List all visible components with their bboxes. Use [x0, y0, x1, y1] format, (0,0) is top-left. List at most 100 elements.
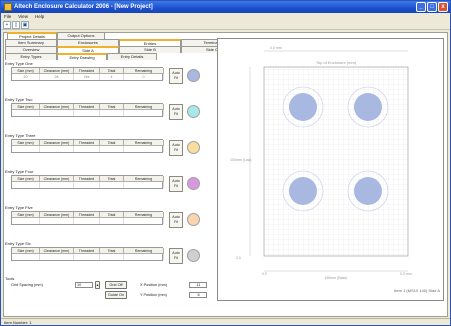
- menu-help[interactable]: Help: [35, 13, 44, 20]
- grid-cell[interactable]: [40, 182, 74, 188]
- grid-spacing-spinner[interactable]: ▴: [95, 281, 100, 289]
- auto-fit-button[interactable]: Auto Fit: [169, 68, 183, 84]
- tab-side-b[interactable]: Side B: [119, 46, 181, 53]
- maximize-button[interactable]: □: [427, 2, 437, 12]
- grid-cell[interactable]: [124, 182, 164, 188]
- entry-hole[interactable]: [289, 93, 317, 121]
- grid-cell[interactable]: [124, 146, 164, 152]
- grid-cell[interactable]: 0: [124, 74, 164, 80]
- tab-entry-types[interactable]: Entry Types: [5, 53, 57, 60]
- y-min-label: 0.0: [236, 256, 241, 260]
- entry-type-grid[interactable]: Size (mm) Clearance (mm) Threaded Total Rema…: [11, 103, 164, 117]
- grid-cell[interactable]: 4: [100, 74, 124, 80]
- grid-cell[interactable]: [74, 182, 100, 188]
- toolbar: + ▯ ▣: [1, 20, 450, 30]
- entry-type-group: Entry Type Six Size (mm) Clearance (mm) Thr…: [5, 241, 210, 272]
- grid-cell[interactable]: [100, 110, 124, 116]
- entry-color-swatch[interactable]: [187, 141, 200, 154]
- entry-type-title: Entry Type Six: [5, 241, 31, 246]
- entry-type-title: Entry Type Four: [5, 169, 34, 174]
- grid-cell[interactable]: [74, 110, 100, 116]
- drawing-canvas[interactable]: Top of Enclosure (mm) 0.0 mm 100mm (Low)…: [218, 39, 445, 302]
- grid-cell[interactable]: 20: [12, 74, 40, 80]
- tab-enclosures[interactable]: Enclosures: [57, 39, 119, 46]
- auto-fit-button[interactable]: Auto Fit: [169, 104, 183, 120]
- guide-on-button[interactable]: Guide On: [105, 291, 127, 299]
- tabs-level1: Project Details Output Options: [7, 32, 105, 39]
- x-position-label: X Position (mm): [140, 283, 168, 287]
- auto-fit-button[interactable]: Auto Fit: [169, 212, 183, 228]
- grid-cell[interactable]: [74, 254, 100, 260]
- entry-hole[interactable]: [354, 93, 382, 121]
- tab-overview[interactable]: Overview: [5, 46, 57, 53]
- grid-cell[interactable]: [12, 218, 40, 224]
- auto-fit-button[interactable]: Auto Fit: [169, 140, 183, 156]
- grid-cell[interactable]: [100, 146, 124, 152]
- grid-cell[interactable]: [12, 110, 40, 116]
- grid-cell[interactable]: [100, 218, 124, 224]
- entry-type-title: Entry Type One: [5, 61, 33, 66]
- entry-type-title: Entry Type Five: [5, 205, 33, 210]
- entry-type-grid[interactable]: Size (mm) Clearance (mm) Threaded Total Rema…: [11, 211, 164, 225]
- grid-spacing-input[interactable]: 10: [75, 282, 93, 288]
- grid-cell[interactable]: [100, 182, 124, 188]
- grid-cell[interactable]: [40, 110, 74, 116]
- tab-output-options[interactable]: Output Options: [57, 32, 105, 39]
- auto-fit-button[interactable]: Auto Fit: [169, 248, 183, 264]
- grid-cell[interactable]: [74, 146, 100, 152]
- grid-cell[interactable]: [12, 182, 40, 188]
- open-icon[interactable]: ▯: [12, 21, 20, 29]
- tab-entries[interactable]: Entries: [119, 39, 181, 46]
- entry-type-grid[interactable]: Size (mm) Clearance (mm) Threaded Total Rema…: [11, 139, 164, 153]
- grid-cell[interactable]: [40, 146, 74, 152]
- tab-side-a[interactable]: Side A: [57, 46, 119, 53]
- new-icon[interactable]: +: [3, 21, 11, 29]
- title-bar: Altech Enclosure Calculator 2006 - [New …: [1, 1, 450, 13]
- enclosure-side-outline: [263, 66, 409, 257]
- grid-cell[interactable]: Yes: [74, 74, 100, 80]
- tab-entry-details[interactable]: Entry Details: [107, 53, 157, 60]
- grid-cell[interactable]: [124, 254, 164, 260]
- app-window: Altech Enclosure Calculator 2006 - [New …: [0, 0, 451, 326]
- tabs-level4: Entry Types Entry Drawing Entry Details: [5, 53, 157, 60]
- entry-type-grid[interactable]: Size (mm) 20 Clearance (mm) 28 Threaded Yes To…: [11, 67, 164, 81]
- grid-cell[interactable]: [40, 218, 74, 224]
- menu-view[interactable]: View: [18, 13, 28, 20]
- grid-cell[interactable]: [124, 218, 164, 224]
- entry-type-group: Entry Type Five Size (mm) Clearance (mm) Th…: [5, 205, 210, 236]
- y-position-label: Y Position (mm): [140, 293, 167, 297]
- menu-file[interactable]: File: [4, 13, 11, 20]
- entry-color-swatch[interactable]: [187, 105, 200, 118]
- x-position-input[interactable]: 11: [189, 282, 207, 288]
- bottom-label: 150mm (Base): [325, 276, 348, 280]
- entry-color-swatch[interactable]: [187, 177, 200, 190]
- auto-fit-button[interactable]: Auto Fit: [169, 176, 183, 192]
- entry-hole[interactable]: [289, 177, 317, 205]
- grid-cell[interactable]: [12, 146, 40, 152]
- grid-cell[interactable]: [12, 254, 40, 260]
- tab-entry-drawing[interactable]: Entry Drawing: [57, 53, 107, 60]
- grid-cell[interactable]: [40, 254, 74, 260]
- minimize-button[interactable]: _: [416, 2, 426, 12]
- grid-cell[interactable]: [100, 254, 124, 260]
- tab-project-details[interactable]: Project Details: [7, 32, 57, 39]
- left-label: 100mm (Low): [230, 158, 251, 162]
- entry-hole[interactable]: [354, 177, 382, 205]
- entry-color-swatch[interactable]: [187, 249, 200, 262]
- grid-cell[interactable]: 28: [40, 74, 74, 80]
- entry-type-grid[interactable]: Size (mm) Clearance (mm) Threaded Total Rema…: [11, 175, 164, 189]
- grid-off-button[interactable]: Grid Off: [105, 281, 127, 289]
- grid-cell[interactable]: [124, 110, 164, 116]
- entry-color-swatch[interactable]: [187, 69, 200, 82]
- entry-types-panel: Entry Type One Size (mm) 20 Clearance (mm) 2…: [5, 61, 210, 309]
- x-max-label: 0.0 mm: [400, 272, 412, 276]
- y-position-input[interactable]: 6: [189, 292, 207, 298]
- entry-type-grid[interactable]: Size (mm) Clearance (mm) Threaded Total Rema…: [11, 247, 164, 261]
- entry-type-group: Entry Type Four Size (mm) Clearance (mm) Th…: [5, 169, 210, 200]
- tab-item-summary[interactable]: Item Summary: [5, 39, 57, 46]
- entry-drawing-preview: Top of Enclosure (mm) 0.0 mm 100mm (Low)…: [217, 38, 444, 301]
- entry-color-swatch[interactable]: [187, 213, 200, 226]
- close-button[interactable]: x: [438, 2, 448, 12]
- save-icon[interactable]: ▣: [21, 21, 29, 29]
- grid-cell[interactable]: [74, 218, 100, 224]
